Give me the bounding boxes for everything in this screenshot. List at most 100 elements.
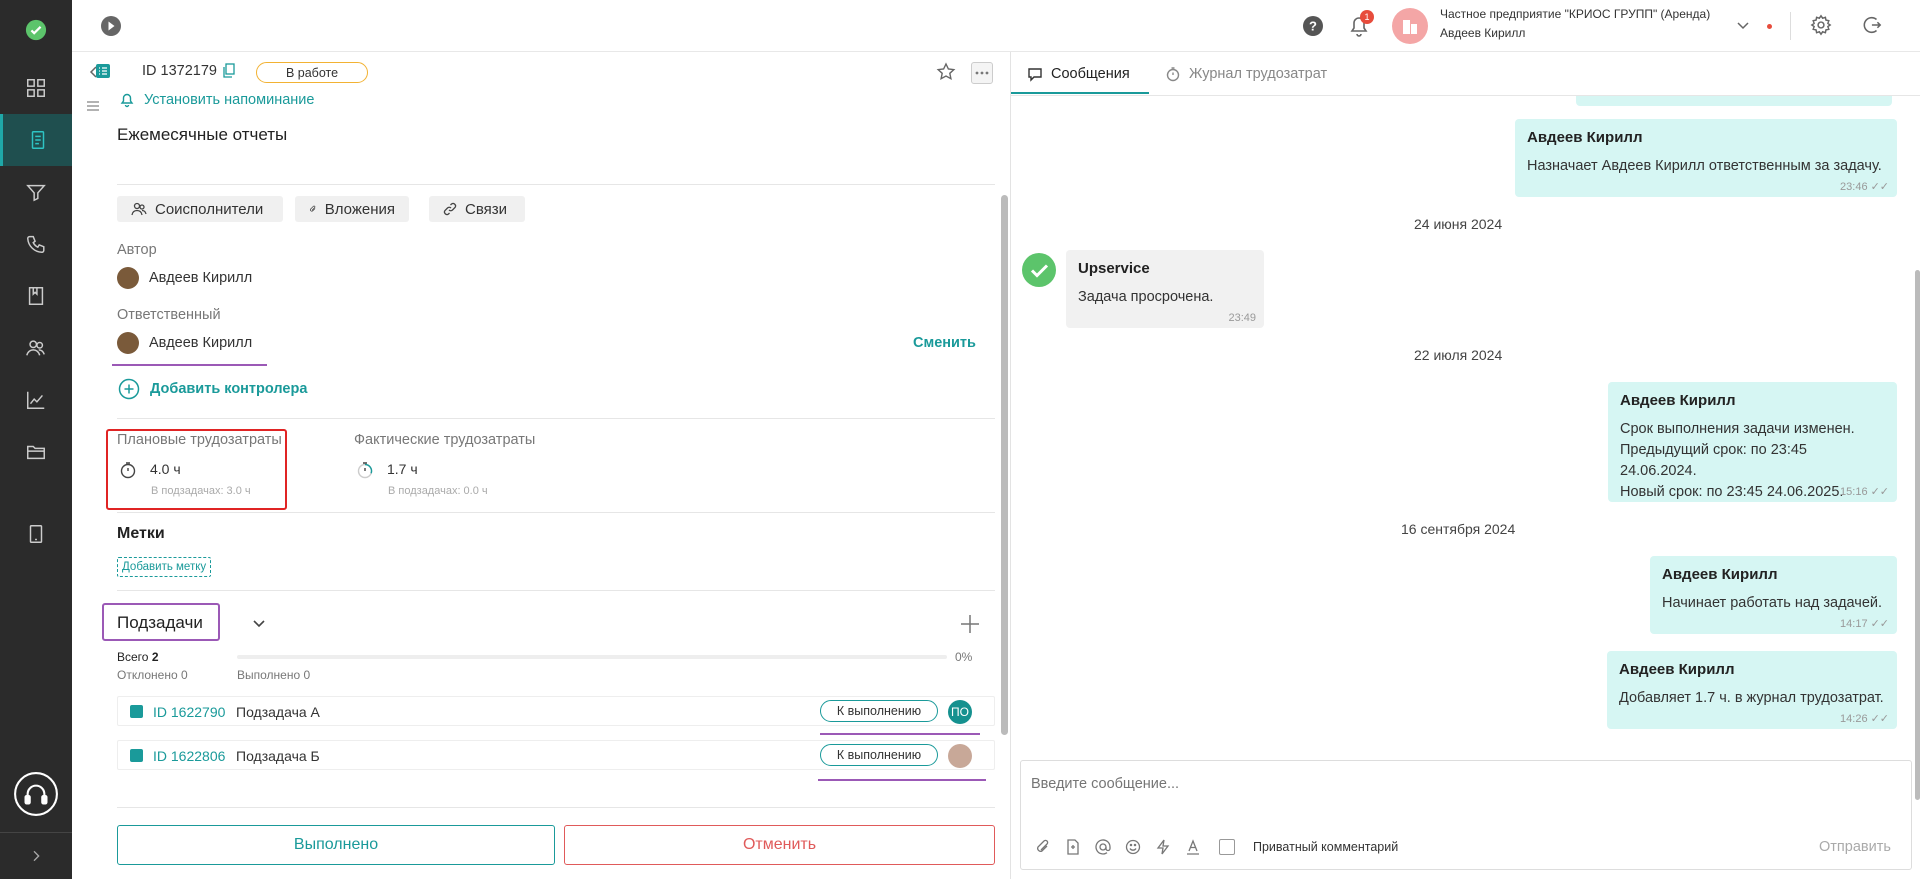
chat-scrollbar[interactable]	[1915, 270, 1920, 800]
complete-button[interactable]: Выполнено	[117, 825, 555, 865]
org-name[interactable]: Частное предприятие "КРИОС ГРУПП" (Аренд…	[1440, 7, 1710, 21]
add-subtask-button[interactable]	[959, 613, 981, 639]
subtask-avatar[interactable]	[948, 744, 972, 768]
cancel-button[interactable]: Отменить	[564, 825, 995, 865]
sidebar-item-mobile[interactable]	[0, 508, 72, 560]
private-comment-checkbox[interactable]	[1219, 839, 1235, 855]
support-button[interactable]	[0, 768, 72, 820]
divider	[1790, 12, 1791, 40]
message-bubble[interactable]: Upservice Задача просрочена. 23:49	[1066, 250, 1264, 328]
chart-icon	[27, 391, 45, 409]
sidebar-item-clients[interactable]	[0, 322, 72, 374]
org-avatar[interactable]	[1392, 8, 1428, 44]
paperclip-icon[interactable]	[1035, 839, 1051, 855]
message-bubble[interactable]: Авдеев Кирилл Срок выполнения задачи изм…	[1608, 382, 1897, 502]
time-text: 14:17	[1840, 617, 1868, 630]
change-responsible-link[interactable]: Сменить	[913, 335, 976, 351]
tab-messages-label: Сообщения	[1051, 66, 1130, 82]
subtask-avatar[interactable]: ПО	[948, 700, 972, 724]
actual-value[interactable]: 1.7 ч	[387, 461, 418, 477]
sidebar-item-knowledge[interactable]	[0, 270, 72, 322]
users-icon	[26, 340, 45, 356]
send-button[interactable]: Отправить	[1819, 839, 1891, 855]
task-type-icon	[96, 64, 110, 78]
subtask-name[interactable]: Подзадача А	[236, 704, 320, 720]
user-name[interactable]: Авдеев Кирилл	[1440, 26, 1525, 40]
message-input[interactable]	[1031, 771, 1891, 797]
subtask-name[interactable]: Подзадача Б	[236, 748, 320, 764]
gear-icon	[1810, 14, 1832, 36]
sidebar-item-reports[interactable]	[0, 374, 72, 426]
sidebar	[0, 0, 72, 879]
tab-messages[interactable]: Сообщения	[1027, 66, 1130, 82]
subtask-status-badge[interactable]: К выполнению	[820, 744, 938, 766]
star-icon	[936, 62, 956, 81]
logout-button[interactable]	[1860, 14, 1882, 40]
lightning-icon[interactable]	[1155, 839, 1171, 855]
expand-sidebar-button[interactable]	[0, 832, 72, 879]
private-comment-label[interactable]: Приватный комментарий	[1253, 840, 1398, 854]
task-title[interactable]: Ежемесячные отчеты	[117, 125, 287, 145]
sidebar-item-dashboard[interactable]	[0, 62, 72, 114]
message-time: 23:46 ✓✓	[1840, 180, 1889, 194]
author-label: Автор	[117, 242, 157, 258]
stopwatch-icon	[118, 460, 138, 484]
sidebar-item-calls[interactable]	[0, 218, 72, 270]
bot-avatar	[1021, 252, 1057, 288]
text-format-icon[interactable]	[1185, 839, 1201, 855]
links-button[interactable]: Связи	[429, 196, 525, 222]
document-icon[interactable]	[1065, 839, 1081, 855]
mention-icon[interactable]	[1095, 839, 1111, 855]
message-bubble[interactable]: Авдеев Кирилл Начинает работать над зада…	[1650, 556, 1897, 634]
add-controller-icon	[118, 378, 140, 404]
responsible-name[interactable]: Авдеев Кирилл	[149, 335, 252, 351]
responsible-avatar[interactable]	[117, 332, 139, 354]
topbar: ? 1 Частное предприятие "КРИОС ГРУПП" (А…	[72, 0, 1920, 52]
set-reminder-link[interactable]: Установить напоминание	[144, 92, 314, 108]
chevron-right-icon	[33, 850, 40, 862]
sidebar-item-tasks[interactable]	[0, 114, 72, 166]
author-name[interactable]: Авдеев Кирилл	[149, 270, 252, 286]
sidebar-item-files[interactable]	[0, 426, 72, 478]
subtask-id[interactable]: ID 1622806	[153, 748, 225, 764]
tab-journal[interactable]: Журнал трудозатрат	[1165, 66, 1327, 82]
scrollbar[interactable]	[1001, 195, 1008, 735]
actual-label: Фактические трудозатраты	[354, 432, 536, 448]
org-dropdown-button[interactable]	[1736, 18, 1750, 36]
emoji-icon[interactable]	[1125, 839, 1141, 855]
message-bubble[interactable]: Авдеев Кирилл Добавляет 1.7 ч. в журнал …	[1607, 651, 1897, 729]
favorite-button[interactable]	[936, 62, 956, 86]
stopwatch-progress-icon	[355, 460, 375, 484]
notifications-button[interactable]: 1	[1348, 10, 1374, 42]
subtasks-progress-track	[237, 655, 947, 659]
coexecutors-button[interactable]: Соисполнители	[117, 196, 283, 222]
planned-value[interactable]: 4.0 ч	[150, 461, 181, 477]
subtask-status-badge[interactable]: К выполнению	[820, 700, 938, 722]
hamburger-icon	[87, 101, 99, 111]
task-status-badge[interactable]: В работе	[256, 62, 368, 83]
add-tag-button[interactable]: Добавить метку	[117, 557, 212, 577]
subtask-row[interactable]: ID 1622790 Подзадача А К выполнению ПО	[117, 696, 995, 726]
attachments-button[interactable]: Вложения	[295, 196, 409, 222]
list-icon	[130, 749, 143, 762]
sidebar-item-filter[interactable]	[0, 166, 72, 218]
menu-button[interactable]	[86, 99, 100, 117]
read-check-icon: ✓✓	[1870, 618, 1889, 630]
message-text-line: Срок выполнения задачи изменен.	[1620, 421, 1855, 437]
copy-id-button[interactable]	[222, 63, 236, 83]
composer-toolbar	[1035, 839, 1235, 855]
logo[interactable]	[0, 4, 72, 56]
add-controller-link[interactable]: Добавить контролера	[150, 381, 307, 397]
total-value: 2	[151, 650, 159, 664]
subtask-row[interactable]: ID 1622806 Подзадача Б К выполнению	[117, 740, 995, 770]
message-time: 15:16 ✓✓	[1840, 485, 1889, 499]
stopwatch-icon	[1166, 67, 1180, 82]
author-avatar[interactable]	[117, 267, 139, 289]
settings-button[interactable]	[1810, 14, 1832, 40]
collapse-subtasks-button[interactable]	[252, 616, 266, 634]
play-button[interactable]	[100, 15, 122, 41]
more-button[interactable]	[971, 62, 993, 84]
subtask-id[interactable]: ID 1622790	[153, 704, 225, 720]
message-bubble[interactable]: Авдеев Кирилл Назначает Авдеев Кирилл от…	[1515, 119, 1897, 197]
help-button[interactable]: ?	[1302, 15, 1324, 41]
